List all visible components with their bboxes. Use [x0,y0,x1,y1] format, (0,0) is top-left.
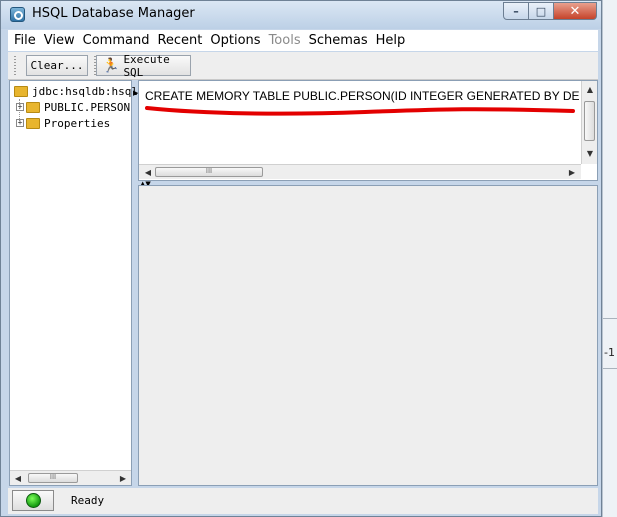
split-divider-arrow-icon[interactable]: ▶ [133,89,138,101]
background-divider [603,368,617,369]
scroll-up-icon[interactable]: ▲ [584,83,596,95]
toolbar-grip[interactable] [14,56,16,76]
sql-editor-text[interactable]: CREATE MEMORY TABLE PUBLIC.PERSON(ID INT… [145,89,579,103]
status-text: Ready [71,494,105,507]
scroll-down-icon[interactable]: ▼ [584,147,596,159]
tree-node-root[interactable]: jdbc:hsqldb:hsql [14,83,138,99]
run-icon: 🏃 [102,57,120,74]
toolbar: Clear... 🏃 Execute SQL [8,52,598,80]
window-title: HSQL Database Manager [32,6,195,21]
background-text-fragment: -1 [604,346,615,359]
tree-node-label: Properties [44,116,111,130]
tree-node-label: jdbc:hsqldb:hsql [32,84,138,98]
folder-icon [26,101,40,113]
scrollbar-thumb[interactable]: III [28,473,78,483]
sql-horizontal-scrollbar[interactable]: ◀ III ▶ [139,164,581,179]
title-bar[interactable]: HSQL Database Manager – □ ✕ [1,1,601,29]
menu-options[interactable]: Options [210,33,260,48]
menu-schemas[interactable]: Schemas [309,33,368,48]
folder-icon [26,117,40,129]
status-indicator-icon [12,490,54,511]
scroll-left-icon[interactable]: ◀ [12,472,24,484]
execute-sql-label: Execute SQL [123,52,170,79]
menu-command[interactable]: Command [83,33,150,48]
app-icon [10,7,25,22]
tree-node-public-person[interactable]: + PUBLIC.PERSON [16,99,130,115]
scroll-right-icon[interactable]: ▶ [566,166,578,178]
tree-node-properties[interactable]: + Properties [16,115,110,131]
tree-horizontal-scrollbar[interactable]: ◀ III ▶ [10,470,131,485]
menu-file[interactable]: File [14,33,36,48]
minimize-button[interactable]: – [503,2,529,20]
menu-help[interactable]: Help [376,33,406,48]
tree-node-label: PUBLIC.PERSON [44,100,131,114]
schema-tree-panel: jdbc:hsqldb:hsql + PUBLIC.PERSON + Prope… [9,80,138,486]
maximize-button[interactable]: □ [528,2,554,20]
menu-view[interactable]: View [44,33,75,48]
menu-bar: File View Command Recent Options Tools S… [8,30,598,51]
sql-editor-panel: CREATE MEMORY TABLE PUBLIC.PERSON(ID INT… [138,80,598,181]
background-window-edge [602,0,617,517]
scrollbar-thumb[interactable]: III [155,167,263,177]
execute-sql-button[interactable]: 🏃 Execute SQL [96,52,191,79]
background-divider [603,318,617,319]
close-button[interactable]: ✕ [553,2,597,20]
sql-vertical-scrollbar[interactable]: ▲ ▼ [581,81,597,164]
menu-recent[interactable]: Recent [157,33,202,48]
expand-icon[interactable]: + [16,103,24,111]
main-window: HSQL Database Manager – □ ✕ File View Co… [0,0,602,517]
menu-tools: Tools [268,33,301,48]
expand-icon[interactable]: + [16,119,24,127]
scroll-left-icon[interactable]: ◀ [142,166,154,178]
red-underline-annotation [145,106,575,116]
status-bar: Ready [8,488,598,514]
results-panel [138,185,598,486]
scroll-right-icon[interactable]: ▶ [117,472,129,484]
clear-button[interactable]: Clear... [26,55,88,76]
folder-icon [14,85,28,97]
scrollbar-thumb[interactable] [584,101,595,141]
